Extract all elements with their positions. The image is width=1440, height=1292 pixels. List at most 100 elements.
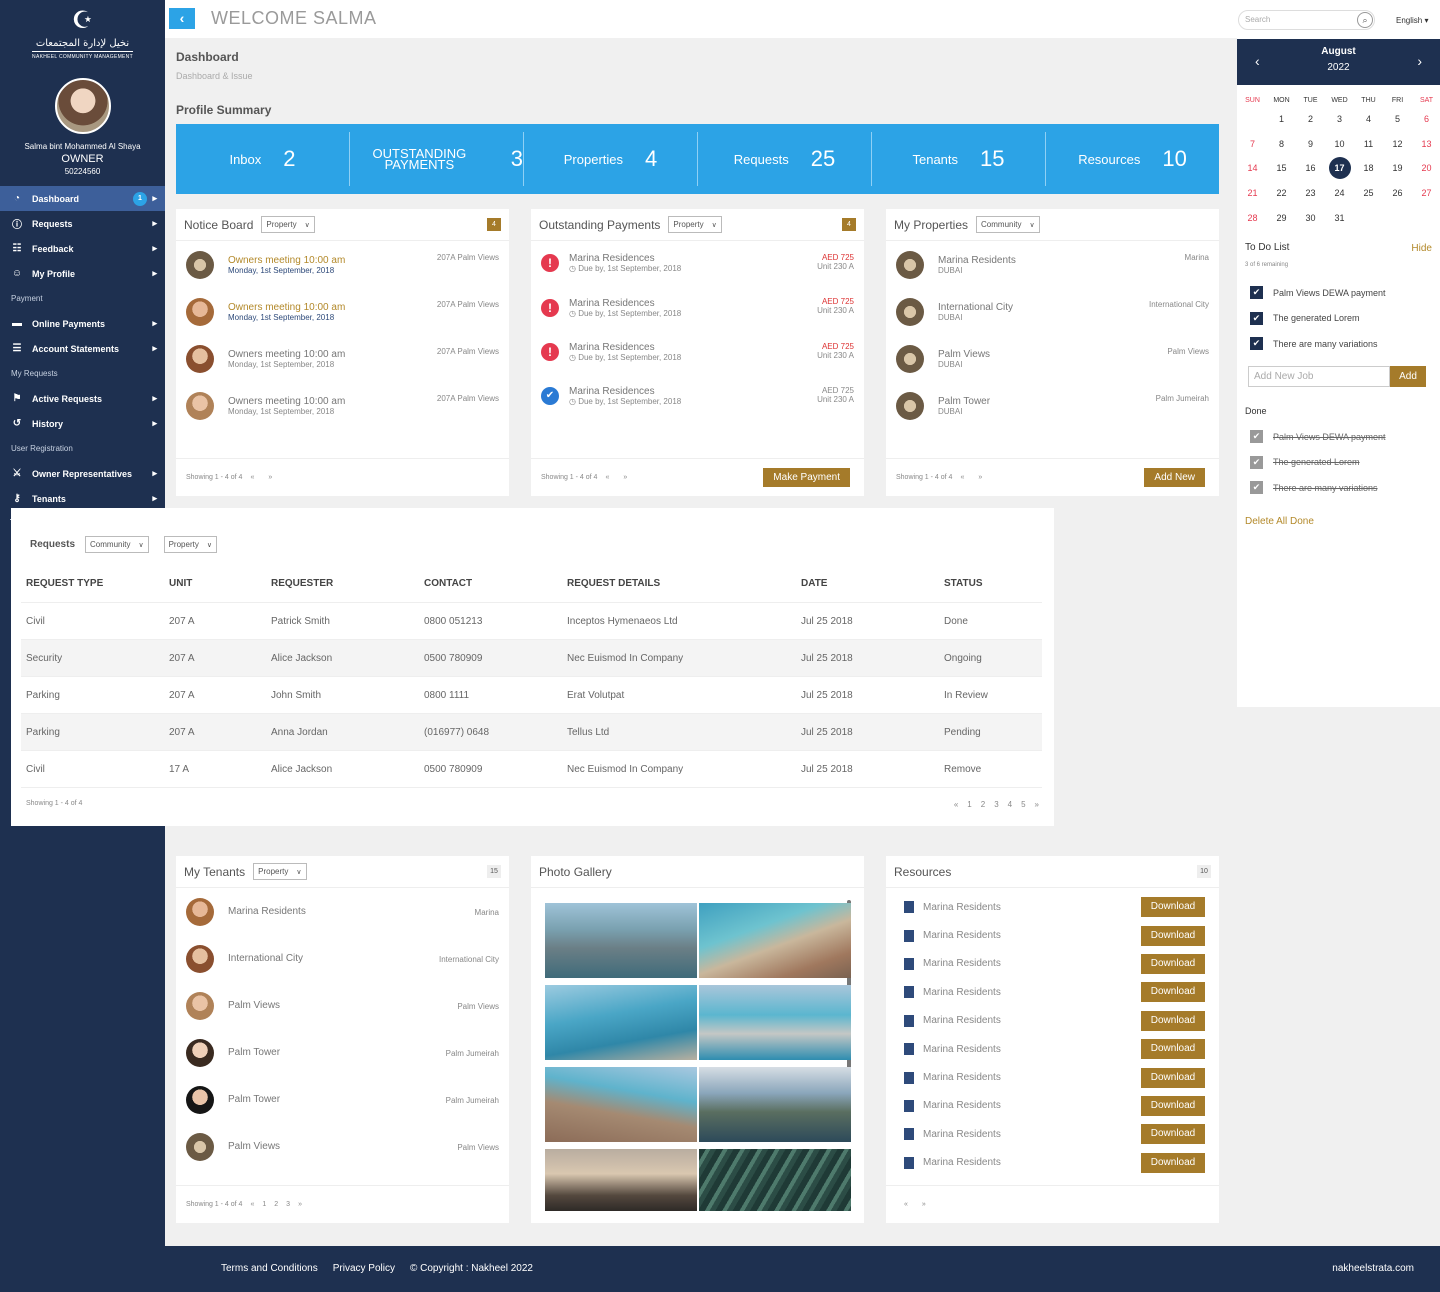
column-header[interactable]: CONTACT — [419, 578, 562, 589]
sidebar-item-online-payments[interactable]: ▬ Online Payments ▸ — [0, 311, 165, 336]
list-item[interactable]: Palm Tower DUBAI Palm Jumeirah — [886, 382, 1219, 429]
list-item[interactable]: Marina Residents Download — [886, 1063, 1219, 1091]
checkbox-checked-icon[interactable]: ✔ — [1250, 337, 1263, 350]
calendar-day[interactable]: 29 — [1267, 205, 1296, 230]
table-row[interactable]: Civil 207 A Patrick Smith 0800 051213 Incept… — [21, 603, 1042, 640]
calendar-prev-icon[interactable]: ‹ — [1255, 53, 1260, 69]
list-item[interactable]: ! Marina Residences ◷ Due by, 1st Septembe… — [531, 285, 864, 329]
todo-hide-link[interactable]: Hide — [1411, 243, 1432, 254]
calendar-day[interactable]: 18 — [1354, 156, 1383, 181]
page-link[interactable]: » — [1035, 800, 1039, 809]
sidebar-item-dashboard[interactable]: ◔ Dashboard 1 ▸ — [0, 186, 165, 211]
stat-tile-properties[interactable]: Properties 4 — [523, 132, 697, 186]
column-header[interactable]: STATUS — [939, 578, 1039, 589]
properties-community-select[interactable]: Community ∨ — [976, 216, 1040, 233]
calendar-day[interactable]: 22 — [1267, 181, 1296, 206]
requests-community-select[interactable]: Community ∨ — [85, 536, 149, 553]
prev-page-icon[interactable]: « — [605, 474, 609, 481]
page-link[interactable]: « — [250, 1201, 254, 1208]
calendar-day[interactable]: 21 — [1238, 181, 1267, 206]
calendar-day[interactable]: 6 — [1412, 107, 1440, 132]
download-button[interactable]: Download — [1141, 897, 1205, 918]
stat-tile-inbox[interactable]: Inbox 2 — [176, 132, 349, 186]
requests-property-select[interactable]: Property ∨ — [163, 536, 217, 553]
calendar-day[interactable]: 4 — [1354, 107, 1383, 132]
download-button[interactable]: Download — [1141, 953, 1205, 974]
page-link[interactable]: 5 — [1021, 800, 1025, 809]
calendar-day[interactable]: 19 — [1383, 156, 1412, 181]
calendar-day[interactable]: 11 — [1354, 132, 1383, 157]
gallery-photo[interactable] — [699, 985, 851, 1060]
list-item[interactable]: Owners meeting 10:00 am Monday, 1st Septe… — [176, 335, 509, 382]
list-item[interactable]: Marina Residents Marina — [176, 888, 509, 935]
stat-tile-tenants[interactable]: Tenants 15 — [871, 132, 1045, 186]
list-item[interactable]: Marina Residents Download — [886, 1007, 1219, 1035]
checkbox-checked-icon[interactable]: ✔ — [1250, 311, 1263, 325]
add-job-button[interactable]: Add — [1390, 366, 1426, 387]
page-link[interactable]: 4 — [1008, 800, 1012, 809]
gallery-photo[interactable] — [545, 985, 697, 1060]
download-button[interactable]: Download — [1141, 925, 1205, 946]
table-row[interactable]: Security 207 A Alice Jackson 0500 780909 Nec… — [21, 640, 1042, 677]
back-button[interactable]: ‹ — [169, 8, 195, 29]
download-button[interactable]: Download — [1141, 1095, 1205, 1116]
column-header[interactable]: UNIT — [164, 578, 266, 589]
calendar-day[interactable]: 26 — [1383, 181, 1412, 206]
stat-tile-requests[interactable]: Requests 25 — [697, 132, 871, 186]
calendar-day[interactable]: 17 — [1325, 156, 1354, 181]
list-item[interactable]: Palm Tower Palm Jumeirah — [176, 1029, 509, 1076]
sidebar-item-active-requests[interactable]: ⚑ Active Requests ▸ — [0, 386, 165, 411]
calendar-day[interactable]: 9 — [1296, 132, 1325, 157]
gallery-photo[interactable] — [545, 1067, 697, 1142]
gallery-photo[interactable] — [545, 1149, 697, 1211]
page-link[interactable]: 1 — [967, 800, 971, 809]
stat-tile-resources[interactable]: Resources 10 — [1045, 132, 1219, 186]
page-link[interactable]: 2 — [274, 1201, 278, 1208]
list-item[interactable]: ! Marina Residences ◷ Due by, 1st Septembe… — [531, 241, 864, 285]
calendar-day[interactable]: 13 — [1412, 132, 1440, 157]
calendar-day[interactable]: 10 — [1325, 132, 1354, 157]
download-button[interactable]: Download — [1141, 1152, 1205, 1173]
next-page-icon[interactable]: » — [623, 474, 627, 481]
sidebar-item-my-profile[interactable]: ☺ My Profile ▸ — [0, 261, 165, 286]
list-item[interactable]: Marina Residents Download — [886, 1120, 1219, 1148]
calendar-day[interactable]: 3 — [1325, 107, 1354, 132]
column-header[interactable]: REQUEST DETAILS — [562, 578, 796, 589]
table-row[interactable]: Civil 17 A Alice Jackson 0500 780909 Nec Eui… — [21, 751, 1042, 788]
calendar-day[interactable]: 1 — [1267, 107, 1296, 132]
calendar-day[interactable]: 2 — [1296, 107, 1325, 132]
column-header[interactable]: DATE — [796, 578, 939, 589]
page-link[interactable]: 3 — [286, 1201, 290, 1208]
calendar-day[interactable]: 12 — [1383, 132, 1412, 157]
list-item[interactable]: Palm Views Palm Views — [176, 982, 509, 1029]
tenants-property-select[interactable]: Property ∨ — [253, 863, 307, 880]
privacy-link[interactable]: Privacy Policy — [333, 1263, 395, 1274]
table-row[interactable]: Parking 207 A John Smith 0800 1111 Erat Volu… — [21, 677, 1042, 714]
calendar-day[interactable]: 30 — [1296, 205, 1325, 230]
sidebar-item-requests[interactable]: ⓘ Requests ▸ — [0, 211, 165, 236]
gallery-photo[interactable] — [699, 1067, 851, 1142]
list-item[interactable]: ! Marina Residences ◷ Due by, 1st Septembe… — [531, 330, 864, 374]
list-item[interactable]: Marina Residents DUBAI Marina — [886, 241, 1219, 288]
calendar-day[interactable]: 31 — [1325, 205, 1354, 230]
site-link[interactable]: nakheelstrata.com — [1332, 1263, 1414, 1274]
list-item[interactable]: Marina Residents Download — [886, 1149, 1219, 1177]
list-item[interactable]: Palm Views DUBAI Palm Views — [886, 335, 1219, 382]
list-item[interactable]: ✔ Marina Residences ◷ Due by, 1st Septembe… — [531, 374, 864, 418]
make-payment-button[interactable]: Make Payment — [763, 468, 850, 487]
list-item[interactable]: Owners meeting 10:00 am Monday, 1st Septe… — [176, 241, 509, 288]
list-item[interactable]: Palm Tower Palm Jumeirah — [176, 1076, 509, 1123]
download-button[interactable]: Download — [1141, 1124, 1205, 1145]
list-item[interactable]: Marina Residents Download — [886, 1092, 1219, 1120]
page-link[interactable]: 3 — [994, 800, 998, 809]
column-header[interactable]: REQUESTER — [266, 578, 419, 589]
sidebar-item-feedback[interactable]: ☷ Feedback ▸ — [0, 236, 165, 261]
gallery-photo[interactable] — [699, 903, 851, 978]
delete-all-done-link[interactable]: Delete All Done — [1245, 516, 1314, 527]
prev-page-icon[interactable]: « — [250, 474, 254, 481]
done-item[interactable]: ✔ There are many variations — [1250, 481, 1378, 494]
calendar-day[interactable]: 23 — [1296, 181, 1325, 206]
checkbox-checked-icon[interactable]: ✔ — [1250, 286, 1263, 299]
checkbox-checked-icon[interactable]: ✔ — [1250, 430, 1263, 443]
list-item[interactable]: Marina Residents Download — [886, 950, 1219, 978]
